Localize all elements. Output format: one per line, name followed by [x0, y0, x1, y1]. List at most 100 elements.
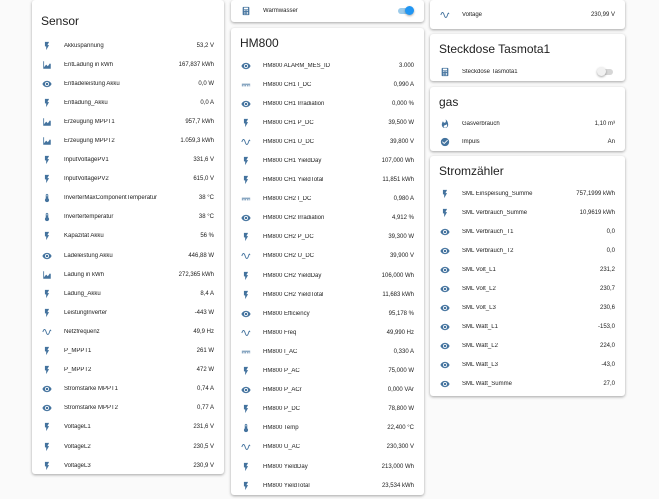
entity-row[interactable]: SML Einspeisung_Summe 757,1999 kWh: [430, 184, 625, 203]
entity-row-steckdose[interactable]: Steckdose Tasmota1: [430, 62, 625, 81]
entity-row[interactable]: HM800 CH1 U_DC 39,800 V: [231, 132, 424, 151]
entity-value: 0,74 A: [196, 386, 214, 393]
entity-row[interactable]: Invertertemperatur 38 °C: [32, 208, 224, 227]
eye-icon: [440, 227, 450, 237]
entity-row[interactable]: HM800 CH1 YieldTotal 11,851 kWh: [231, 171, 424, 190]
entity-value: 23,534 kWh: [381, 482, 414, 489]
entity-label: Entladeleistung Akku: [64, 80, 120, 87]
entity-row[interactable]: HM800 CH2 Irradiation 4,912 %: [231, 209, 424, 228]
entity-row[interactable]: HM800 CH2 YieldTotal 11,683 kWh: [231, 285, 424, 304]
entity-row[interactable]: HM800 CH1 P_DC 39,500 W: [231, 113, 424, 132]
entity-value: -443 W: [194, 309, 214, 316]
chart-area-icon: [42, 270, 52, 280]
entity-row[interactable]: HM800 YieldDay 213,000 Wh: [231, 457, 424, 476]
entity-row[interactable]: EntLadung in kWh 167,837 kWh: [32, 55, 224, 74]
entity-row[interactable]: Akkuspannung 53,2 V: [32, 36, 224, 55]
entity-row[interactable]: HM800 CH1 Irradiation 0,000 %: [231, 94, 424, 113]
entity-label: Ladung in kWh: [64, 271, 105, 278]
entity-row[interactable]: HM800 CH1 YieldDay 107,000 Wh: [231, 151, 424, 170]
entity-row[interactable]: Ladung in kWh 272,365 kWh: [32, 265, 224, 284]
entity-label: HM800 CH1 I_DC: [263, 81, 312, 88]
entity-row[interactable]: SML Volt_L1 231,2: [430, 260, 625, 279]
flash-icon: [440, 208, 450, 218]
entity-row[interactable]: SML Volt_L3 230,6: [430, 298, 625, 317]
entity-row[interactable]: SML Verbrauch_Summe 10,9619 kWh: [430, 203, 625, 222]
entity-row[interactable]: HM800 Efficiency 95,178 %: [231, 304, 424, 323]
entity-row[interactable]: P_MPPT2 472 W: [32, 361, 224, 380]
entity-row[interactable]: HM800 U_AC 230,300 V: [231, 438, 424, 457]
entity-row[interactable]: HM800 I_AC 0,330 A: [231, 342, 424, 361]
entity-label: HM800 Efficiency: [263, 310, 310, 317]
entity-row[interactable]: Gasverbrauch 1,10 m³: [430, 115, 625, 133]
entity-value: 53,2 V: [196, 42, 214, 49]
entity-label: Netzfrequenz: [64, 328, 100, 335]
entity-row[interactable]: VoltageL2 230,5 V: [32, 437, 224, 456]
entity-row[interactable]: Impuls An: [430, 133, 625, 151]
entity-value: 0,330 A: [393, 348, 414, 355]
entity-row[interactable]: HM800 CH2 P_DC 39,300 W: [231, 228, 424, 247]
entity-row[interactable]: SML Watt_L1 -153,0: [430, 317, 625, 336]
entity-row[interactable]: HM800 P_AC 75,000 W: [231, 362, 424, 381]
entity-value: 106,000 Wh: [381, 272, 414, 279]
entity-value: 213,000 Wh: [381, 463, 414, 470]
entity-label: Warmwasser: [263, 8, 298, 14]
entity-value: 1.059,3 kWh: [180, 138, 214, 145]
entity-row[interactable]: Erzeugung MPPT1 957,7 kWh: [32, 112, 224, 131]
entity-value: 22,400 °C: [387, 425, 414, 432]
entity-row[interactable]: HM800 CH2 U_DC 39,900 V: [231, 247, 424, 266]
entity-row[interactable]: Kapazität Akku 56 %: [32, 227, 224, 246]
entity-row[interactable]: Netzfrequenz 49,9 Hz: [32, 322, 224, 341]
entity-label: HM800 CH1 Irradiation: [263, 100, 325, 107]
entity-row[interactable]: HM800 CH2 I_DC 0,980 A: [231, 190, 424, 209]
entity-row[interactable]: Entladung_Akku 0,0 A: [32, 93, 224, 112]
entity-label: HM800 YieldTotal: [263, 482, 310, 489]
entity-row[interactable]: Entladeleistung Akku 0,0 W: [32, 74, 224, 93]
entity-row[interactable]: Erzeugung MPPT2 1.059,3 kWh: [32, 131, 224, 150]
entity-value: 39,800 V: [389, 138, 414, 145]
entity-row[interactable]: HM800 CH2 YieldDay 106,000 Wh: [231, 266, 424, 285]
entity-row[interactable]: Ladung_Akku 8,4 A: [32, 284, 224, 303]
entity-row[interactable]: InverterMaxComponentTemperatur 38 °C: [32, 189, 224, 208]
entity-value: 0,0 A: [200, 99, 214, 106]
entity-row[interactable]: P_MPPT1 261 W: [32, 342, 224, 361]
entity-row[interactable]: HM800 ALARM_MES_ID 3.000: [231, 56, 424, 75]
entity-row[interactable]: SML Verbrauch_T2 0,0: [430, 241, 625, 260]
entity-row[interactable]: HM800 Temp 22,400 °C: [231, 419, 424, 438]
steckdose-toggle[interactable]: [597, 66, 613, 76]
entity-value: 230,7: [599, 285, 615, 292]
entity-row[interactable]: HM800 P_DC 78,800 W: [231, 400, 424, 419]
entity-row[interactable]: SML Watt_Summe 27,0: [430, 374, 625, 393]
entity-value: 78,800 W: [388, 406, 414, 413]
entity-row[interactable]: LeistungInverter -443 W: [32, 303, 224, 322]
entity-row[interactable]: HM800 P_ACr 0,000 VAr: [231, 381, 424, 400]
stromzaehler-card: Stromzähler SML Einspeisung_Summe 757,199…: [430, 156, 625, 396]
entity-row[interactable]: InputVoltagePV2 615,0 V: [32, 170, 224, 189]
entity-value: 75,000 W: [388, 368, 414, 375]
entity-value: 38 °C: [198, 214, 214, 221]
entity-row[interactable]: VoltageL3 230,9 V: [32, 456, 224, 474]
entity-row[interactable]: Stromstärke MPPT1 0,74 A: [32, 380, 224, 399]
entity-value: 472 W: [196, 367, 214, 374]
entity-row[interactable]: SML Verbrauch_T1 0,0: [430, 222, 625, 241]
entity-row[interactable]: InputVoltagePV1 331,6 V: [32, 151, 224, 170]
entity-row[interactable]: SML Watt_L3 -43,0: [430, 355, 625, 374]
entity-row[interactable]: SML Volt_L2 230,7: [430, 279, 625, 298]
entity-row[interactable]: HM800 CH1 I_DC 0,990 A: [231, 75, 424, 94]
voltage-card: Voltage 230,99 V: [430, 0, 625, 29]
entity-row-voltage[interactable]: Voltage 230,99 V: [430, 0, 625, 29]
entity-row[interactable]: SML Watt_L2 224,0: [430, 336, 625, 355]
entity-value: -43,0: [601, 361, 615, 368]
sine-wave-icon: [241, 442, 251, 452]
entity-row[interactable]: HM800 Freq 49,990 Hz: [231, 323, 424, 342]
warmwasser-toggle[interactable]: [398, 6, 414, 15]
entity-value: 27,0: [603, 380, 615, 387]
entity-row[interactable]: Ladeleistung Akku 446,88 W: [32, 246, 224, 265]
entity-value: 0,0 W: [198, 80, 214, 87]
entity-row[interactable]: Stromstärke MPPT2 0,77 A: [32, 399, 224, 418]
entity-row[interactable]: HM800 YieldTotal 23,534 kWh: [231, 476, 424, 495]
entity-label: Invertertemperatur: [64, 214, 114, 221]
warmwasser-card: Warmwasser: [231, 0, 424, 22]
entity-row-warmwasser[interactable]: Warmwasser: [231, 0, 424, 22]
entity-label: InverterMaxComponentTemperatur: [64, 195, 158, 202]
entity-row[interactable]: VoltageL1 231,6 V: [32, 418, 224, 437]
